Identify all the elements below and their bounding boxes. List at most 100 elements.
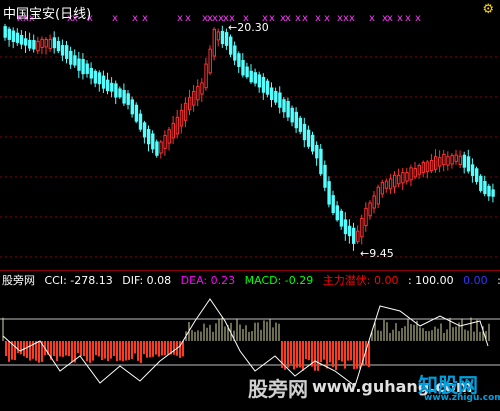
candle-body — [73, 55, 77, 66]
signal-mark: x — [269, 13, 275, 24]
candle-body — [339, 210, 344, 227]
candle-body — [487, 185, 491, 197]
candle-body — [3, 26, 7, 38]
candle-body — [216, 31, 221, 41]
signal-mark: x — [405, 13, 411, 24]
candle-body — [106, 79, 110, 92]
candle-body — [85, 63, 89, 74]
signal-mark: x — [415, 13, 421, 24]
candle-body — [48, 38, 52, 49]
candle-body — [393, 174, 397, 188]
chart-title: 中国宝安(日线) — [3, 7, 92, 22]
arrow-left-icon: ← — [360, 247, 370, 260]
candle-body — [372, 195, 376, 209]
candle-body — [171, 122, 176, 139]
candle-body — [442, 153, 446, 166]
gear-icon[interactable]: ⚙ — [482, 2, 494, 17]
candle-body — [413, 168, 417, 178]
candle-body — [159, 141, 163, 154]
candle-body — [19, 34, 24, 45]
signal-mark: x — [302, 13, 308, 24]
candle-body — [364, 207, 368, 227]
candle-body — [368, 202, 372, 217]
candle-body — [311, 134, 315, 152]
candle-body — [265, 80, 270, 95]
candle-body — [134, 104, 139, 122]
candle-body — [458, 155, 463, 166]
candle-body — [417, 165, 422, 175]
candle-body — [89, 67, 93, 79]
candle-body — [388, 178, 393, 190]
candle-body — [110, 82, 114, 92]
candle-body — [44, 38, 48, 48]
candlestick-chart[interactable]: xxxxxxxxxxxxxxxxxxxxxxxxxxxxxxxxxxx — [0, 0, 500, 270]
candle-body — [118, 88, 122, 98]
candle-body — [196, 86, 200, 101]
candle-body — [438, 157, 442, 167]
signal-mark: x — [387, 13, 393, 24]
candle-body — [425, 161, 430, 173]
macd-value: MACD: -0.29 — [244, 274, 314, 287]
candle-body — [167, 129, 171, 144]
candle-body — [126, 93, 130, 105]
low-price-label: ←9.45 — [360, 247, 394, 260]
candle-body — [175, 116, 180, 135]
candle-body — [253, 72, 258, 84]
signal-mark: x — [324, 13, 330, 24]
high-price-value: 20.30 — [237, 21, 269, 34]
candle-body — [315, 144, 319, 159]
candle-body — [450, 155, 454, 165]
candle-body — [65, 45, 69, 59]
candle-body — [479, 175, 483, 191]
candle-body — [11, 30, 16, 42]
candle-body — [290, 107, 294, 123]
candle-body — [56, 41, 61, 52]
signal-mark: x — [112, 13, 118, 24]
watermark-cn: 股旁网 — [248, 377, 308, 401]
candle-body — [376, 186, 381, 205]
dea-value: DEA: 0.23 — [180, 274, 236, 287]
candle-body — [28, 39, 32, 49]
candle-body — [397, 174, 401, 185]
candle-body — [446, 156, 450, 166]
candle-body — [183, 102, 188, 121]
candle-body — [163, 135, 167, 149]
candle-body — [220, 30, 225, 45]
candle-body — [122, 90, 126, 104]
candle-body — [257, 74, 262, 88]
candle-body — [151, 133, 155, 150]
indicator-name: 股旁网 — [2, 274, 35, 287]
candle-body — [142, 122, 147, 138]
candle-body — [52, 37, 57, 49]
candle-body — [483, 181, 487, 195]
signal-mark: x — [349, 13, 355, 24]
candle-body — [192, 90, 196, 106]
candle-body — [229, 36, 233, 55]
zhuli-value: 主力潜伏: 0.00 — [322, 274, 399, 287]
candle-body — [278, 92, 282, 108]
candle-body — [32, 40, 36, 50]
candle-body — [298, 117, 303, 132]
watermark-logo-url: www.zhigu.com — [424, 393, 500, 403]
indicator-panel[interactable]: 股旁网 CCI: -278.13 DIF: 0.08 DEA: 0.23 MAC… — [0, 270, 500, 411]
candle-body — [384, 180, 389, 189]
candle-body — [470, 164, 475, 176]
candle-body — [101, 75, 106, 89]
candle-body — [405, 172, 409, 182]
candle-body — [409, 167, 413, 181]
price-chart-panel[interactable]: xxxxxxxxxxxxxxxxxxxxxxxxxxxxxxxxxxx 中国宝安… — [0, 0, 500, 270]
signal-mark: x — [177, 13, 183, 24]
candle-body — [97, 72, 102, 85]
candle-body — [237, 53, 241, 67]
signal-mark: x — [315, 13, 321, 24]
candle-body — [347, 225, 352, 237]
candle-body — [224, 32, 229, 46]
candle-body — [356, 230, 360, 243]
candle-body — [282, 99, 286, 113]
candle-body — [274, 90, 278, 103]
candle-body — [138, 113, 143, 130]
candle-body — [261, 76, 266, 93]
candle-body — [306, 129, 311, 147]
candle-body — [241, 60, 245, 76]
candle-body — [335, 205, 340, 221]
